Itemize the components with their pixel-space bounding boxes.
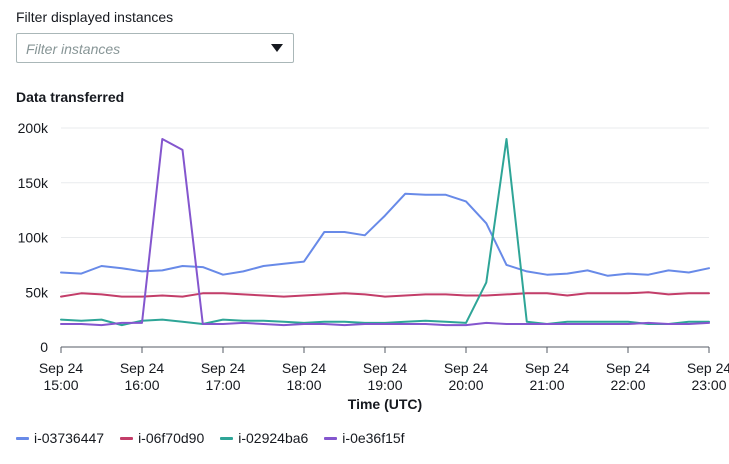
legend-swatch	[324, 436, 338, 440]
x-tick-time: 17:00	[205, 377, 240, 393]
y-tick-label: 100k	[18, 230, 49, 246]
y-tick-label: 0	[40, 339, 48, 355]
legend-swatch	[16, 436, 29, 440]
legend-item[interactable]: i-0e36f15f	[324, 430, 405, 446]
legend-label: i-06f70d90	[138, 430, 205, 446]
x-tick-time: 16:00	[124, 377, 159, 393]
x-tick-time: 21:00	[529, 377, 564, 393]
series-line-i-06f70d90	[60, 291, 710, 298]
x-tick-date: Sep 24	[201, 360, 246, 376]
legend-label: i-02924ba6	[238, 430, 309, 446]
x-tick-date: Sep 24	[120, 360, 165, 376]
legend-item[interactable]: i-03736447	[16, 430, 104, 446]
legend-item[interactable]: i-06f70d90	[120, 430, 204, 446]
legend-swatch	[120, 436, 134, 440]
y-tick-label: 150k	[18, 175, 49, 191]
x-tick-date: Sep 24	[444, 360, 489, 376]
line-chart: 050k100k150k200kSep 2415:00Sep 2416:00Se…	[18, 120, 729, 412]
series-line-i-03736447	[60, 192, 710, 277]
x-tick-time: 20:00	[448, 377, 483, 393]
y-tick-label: 200k	[18, 120, 49, 136]
legend-label: i-03736447	[34, 430, 105, 446]
legend-item[interactable]: i-02924ba6	[220, 430, 308, 446]
x-tick-time: 23:00	[691, 377, 726, 393]
x-tick-date: Sep 24	[606, 360, 651, 376]
x-axis-title: Time (UTC)	[348, 396, 422, 412]
y-tick-label: 50k	[25, 284, 49, 300]
x-tick-time: 18:00	[286, 377, 321, 393]
x-tick-time: 22:00	[610, 377, 645, 393]
x-tick-date: Sep 24	[525, 360, 570, 376]
legend-swatch	[220, 436, 234, 440]
x-tick-time: 15:00	[43, 377, 78, 393]
chart-legend: i-03736447 i-06f70d90 i-02924ba6 i-0e36f15f	[16, 430, 421, 446]
x-tick-date: Sep 24	[39, 360, 84, 376]
x-tick-date: Sep 24	[363, 360, 408, 376]
legend-label: i-0e36f15f	[342, 430, 405, 446]
x-tick-date: Sep 24	[282, 360, 327, 376]
page: Filter displayed instances Filter instan…	[0, 0, 729, 464]
x-tick-time: 19:00	[367, 377, 402, 393]
x-tick-date: Sep 24	[687, 360, 729, 376]
